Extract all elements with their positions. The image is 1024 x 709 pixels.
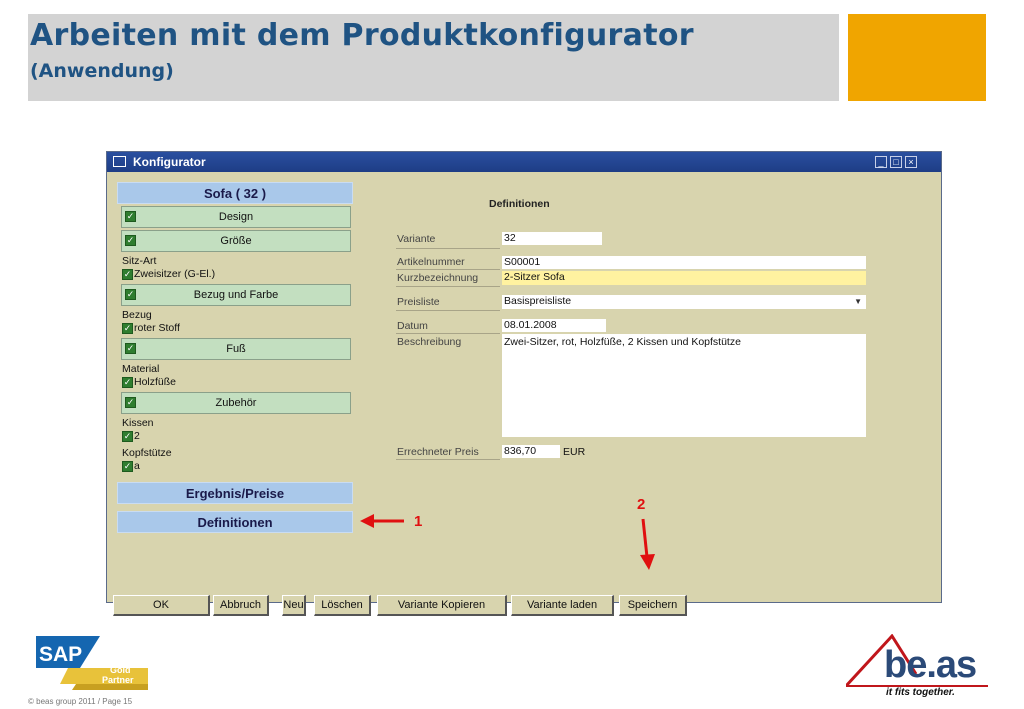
annotation-1: 1 bbox=[414, 513, 423, 530]
arrow-1-icon bbox=[360, 514, 404, 528]
annotation-2: 2 bbox=[637, 496, 646, 513]
sap-text: SAP bbox=[39, 643, 82, 666]
sap-partner-text: Partner bbox=[102, 675, 134, 685]
sap-gold-text: Gold bbox=[110, 665, 131, 675]
copyright: © beas group 2011 / Page 15 bbox=[28, 697, 133, 706]
beas-logo: be.as it fits together. bbox=[844, 633, 991, 703]
annotation-layer bbox=[360, 514, 655, 570]
sap-gold-partner-logo: SAP Gold Partner bbox=[36, 636, 154, 697]
beas-tagline: it fits together. bbox=[886, 687, 955, 698]
arrow-2-icon bbox=[640, 518, 655, 570]
beas-text: be.as bbox=[884, 644, 976, 686]
